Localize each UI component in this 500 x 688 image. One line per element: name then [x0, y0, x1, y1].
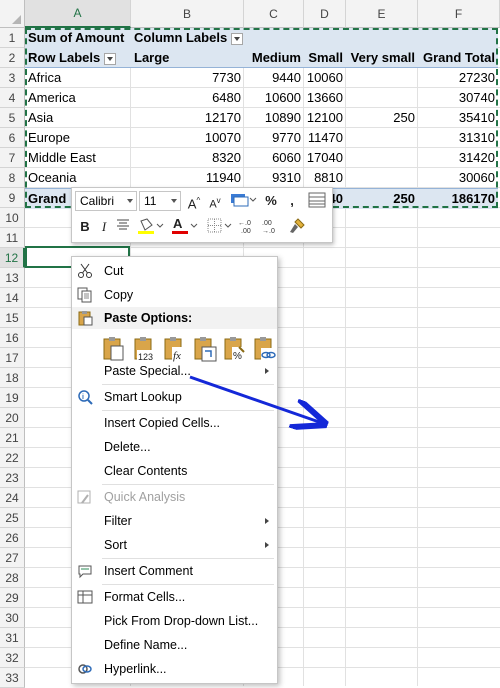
annotation-arrow	[189, 375, 500, 686]
